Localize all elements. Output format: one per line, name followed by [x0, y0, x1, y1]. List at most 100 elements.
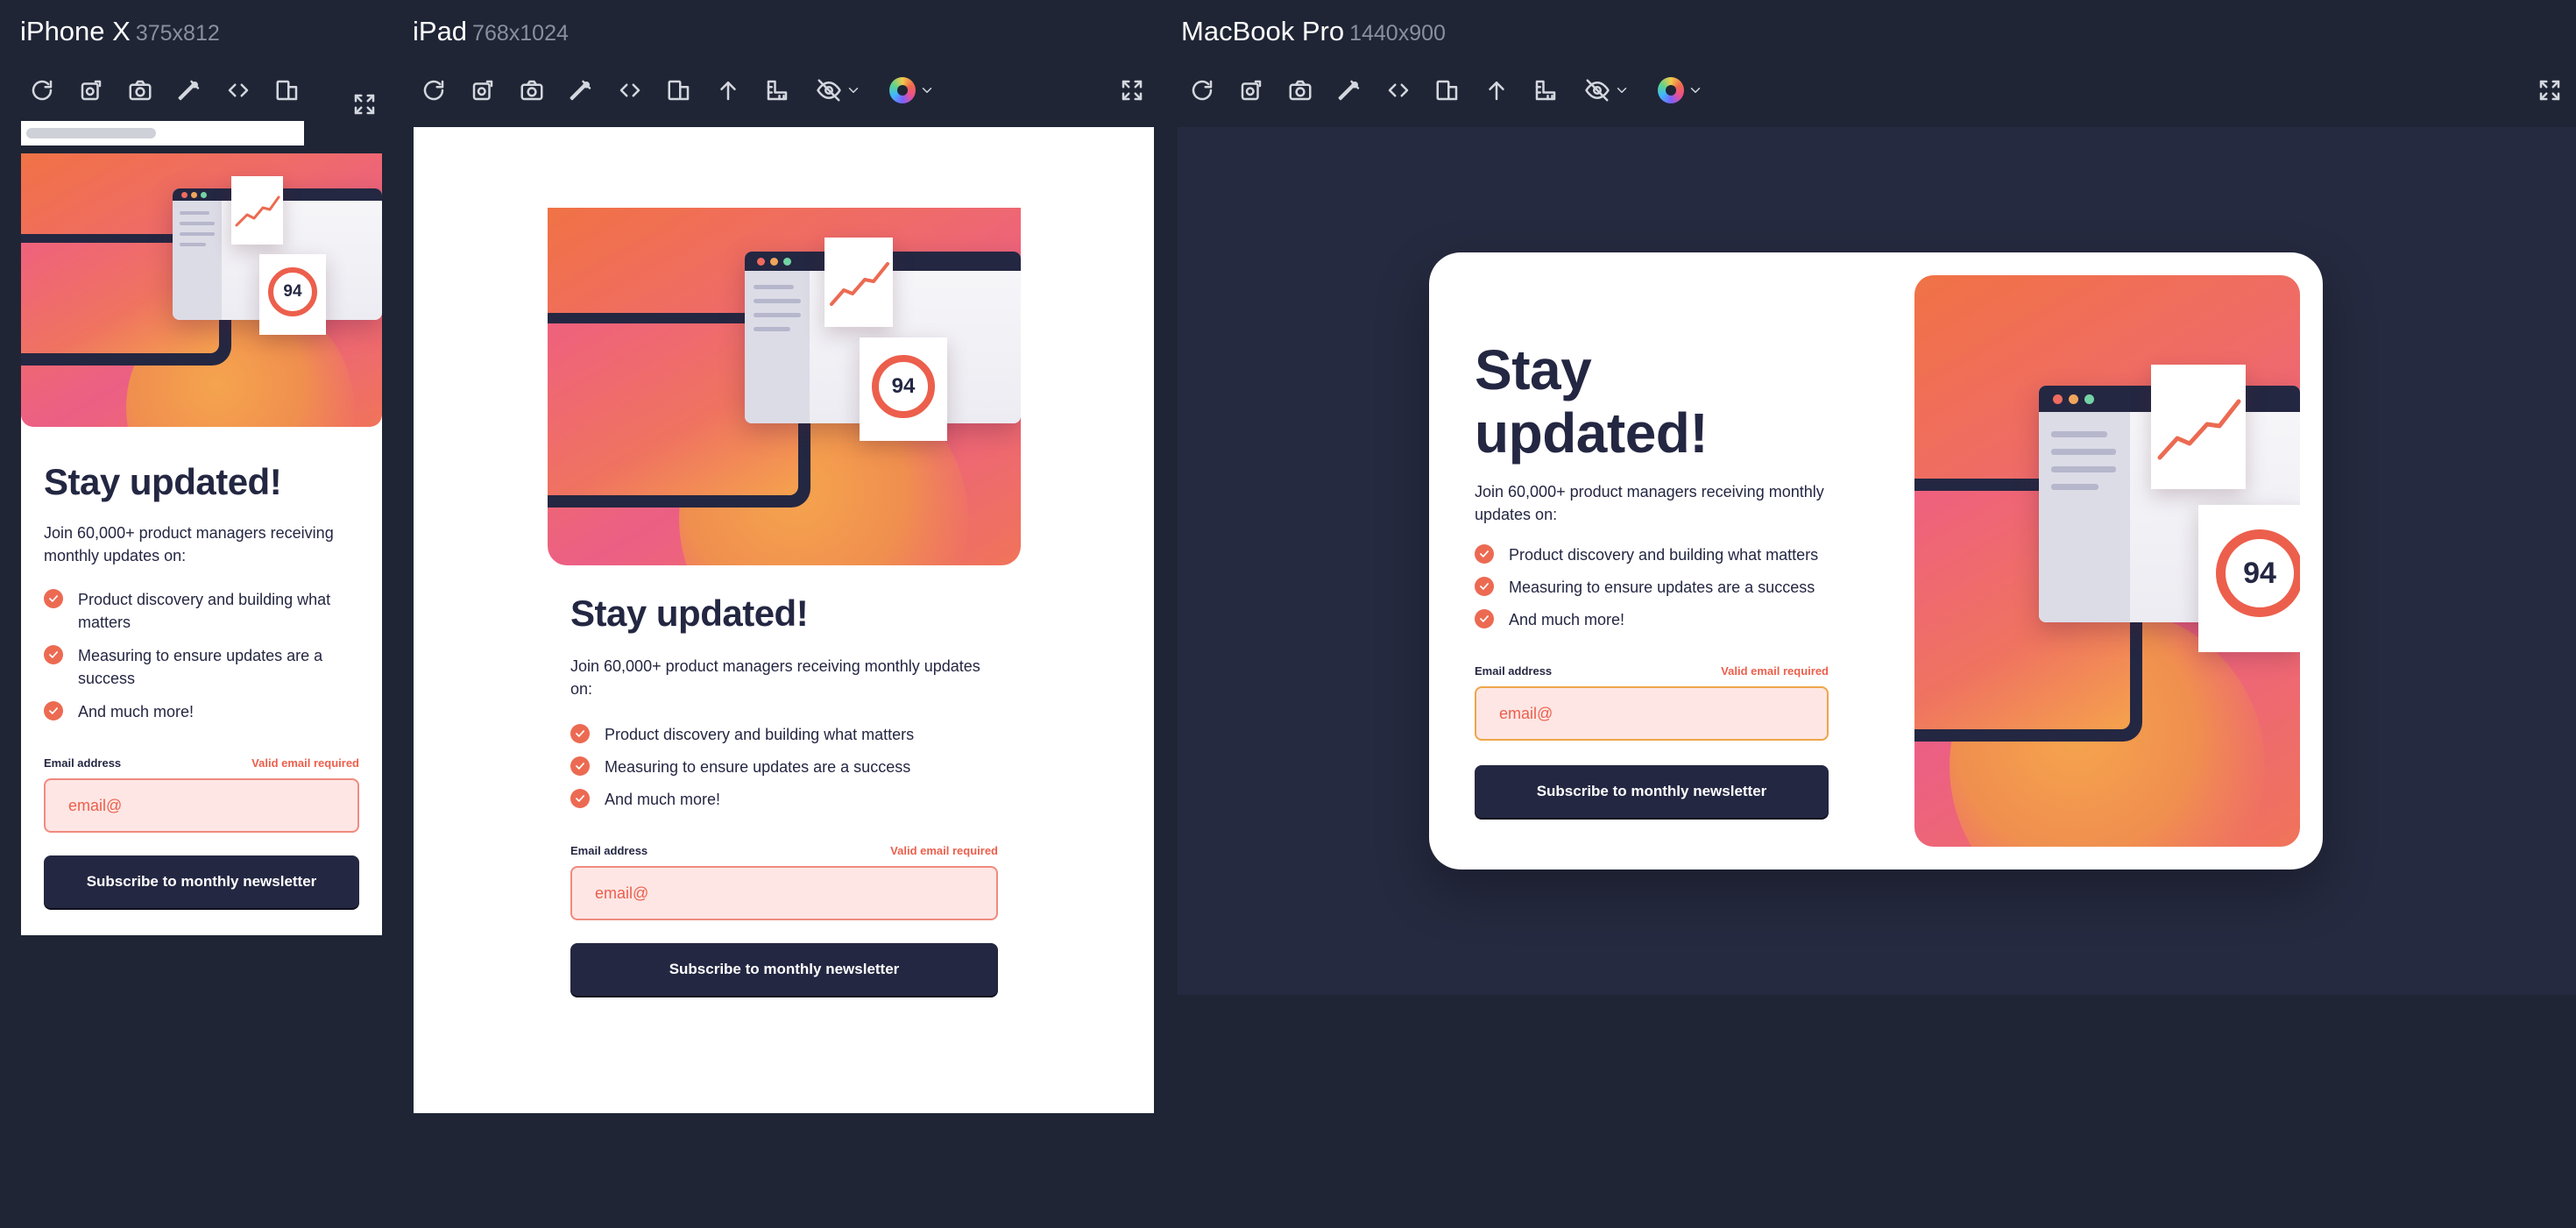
eyedropper-icon[interactable] [165, 72, 214, 109]
email-field[interactable] [44, 778, 359, 833]
sidebar-line [180, 232, 215, 236]
device-dimensions: 768x1024 [472, 21, 569, 46]
score-ring: 94 [268, 267, 317, 316]
email-label: Email address [1475, 664, 1553, 678]
email-field[interactable] [1475, 686, 1829, 741]
browser-sidebar [173, 201, 222, 320]
list-item: Product discovery and building what matt… [570, 723, 998, 746]
arrow-up-icon[interactable] [1472, 72, 1521, 109]
sidebar-line [754, 313, 801, 317]
list-item: And much more! [570, 788, 998, 811]
subscribe-button[interactable]: Subscribe to monthly newsletter [1475, 765, 1829, 818]
check-icon [44, 701, 63, 720]
email-error: Valid email required [890, 844, 998, 857]
subscribe-button[interactable]: Subscribe to monthly newsletter [570, 943, 998, 996]
camera-icon[interactable] [1276, 72, 1325, 109]
fullscreen-icon[interactable] [2531, 72, 2568, 109]
feature-text: And much more! [78, 703, 195, 720]
sidebar-line [180, 222, 215, 225]
email-field-row: Email address Valid email required [44, 756, 359, 770]
window-dot-orange [191, 192, 197, 198]
email-label: Email address [44, 756, 122, 770]
trend-line-icon [830, 262, 889, 306]
device-name: iPad [413, 16, 468, 46]
list-item: Product discovery and building what matt… [44, 588, 359, 634]
list-item: Product discovery and building what matt… [1475, 543, 1829, 566]
chart-card-illustration [2151, 365, 2246, 489]
sidebar-line [754, 299, 801, 303]
code-icon[interactable] [214, 72, 263, 109]
trend-line-icon [235, 195, 280, 227]
toolbar-ipad [409, 72, 949, 109]
fullscreen-icon[interactable] [346, 86, 383, 123]
sidebar-line [180, 243, 206, 246]
page-title: Stay updated! [570, 593, 809, 634]
feature-list: Product discovery and building what matt… [44, 588, 359, 723]
feature-text: Product discovery and building what matt… [1509, 546, 1819, 564]
feature-text: And much more! [1509, 611, 1625, 628]
list-item: And much more! [1475, 608, 1829, 631]
ruler-icon[interactable] [1521, 72, 1570, 109]
newsletter-card: Stay updated! Join 60,000+ product manag… [1429, 252, 2323, 870]
feature-text: Product discovery and building what matt… [78, 591, 331, 631]
sidebar-line [180, 211, 209, 215]
eye-off-icon[interactable] [802, 72, 875, 109]
device-frame-icon[interactable] [1423, 72, 1472, 109]
screenshot-target-icon[interactable] [1227, 72, 1276, 109]
ipad-viewport: 94 Stay updated! Join 60,000+ product ma… [414, 127, 1154, 1113]
code-icon[interactable] [605, 72, 655, 109]
sidebar-line [2051, 431, 2107, 437]
arrow-up-icon[interactable] [704, 72, 753, 109]
browser-sidebar [745, 271, 810, 423]
check-icon [1475, 577, 1494, 596]
email-error: Valid email required [1721, 664, 1829, 678]
newsletter-content: Stay updated! Join 60,000+ product manag… [570, 592, 998, 996]
toolbar-iphone [18, 72, 312, 109]
check-icon [570, 756, 590, 776]
macbook-viewport: Stay updated! Join 60,000+ product manag… [1178, 127, 2576, 995]
device-name: MacBook Pro [1181, 16, 1345, 46]
intro-text: Join 60,000+ product managers receiving … [44, 524, 334, 564]
chart-card-illustration [824, 238, 893, 327]
check-icon [1475, 544, 1494, 564]
device-name: iPhone X [20, 16, 131, 46]
camera-icon[interactable] [116, 72, 165, 109]
newsletter-content: Stay updated! Join 60,000+ product manag… [1475, 338, 1829, 818]
device-title-macbook: MacBook Pro 1440x900 [1181, 16, 1446, 47]
window-dot-red [757, 258, 765, 266]
camera-icon[interactable] [507, 72, 556, 109]
eyedropper-icon[interactable] [1325, 72, 1374, 109]
check-icon [44, 645, 63, 664]
fullscreen-icon[interactable] [1114, 72, 1150, 109]
refresh-icon[interactable] [1178, 72, 1227, 109]
window-dot-orange [2069, 394, 2078, 404]
feature-list: Product discovery and building what matt… [1475, 543, 1829, 631]
color-palette-icon[interactable] [875, 72, 949, 109]
feature-text: Measuring to ensure updates are a succes… [605, 758, 911, 776]
refresh-icon[interactable] [18, 72, 67, 109]
screenshot-target-icon[interactable] [458, 72, 507, 109]
email-field[interactable] [570, 866, 998, 920]
code-icon[interactable] [1374, 72, 1423, 109]
feature-text: Product discovery and building what matt… [605, 726, 915, 743]
sidebar-line [754, 285, 794, 289]
hero-illustration: 94 [21, 153, 382, 427]
address-bar-placeholder [26, 128, 156, 138]
list-item: Measuring to ensure updates are a succes… [1475, 576, 1829, 599]
color-palette-icon[interactable] [1644, 72, 1717, 109]
sidebar-line [754, 327, 790, 331]
device-frame-icon[interactable] [263, 72, 312, 109]
toolbar-macbook [1178, 72, 1717, 109]
ruler-icon[interactable] [753, 72, 802, 109]
eye-off-icon[interactable] [1570, 72, 1644, 109]
hero-illustration: 94 [548, 208, 1021, 565]
screenshot-target-icon[interactable] [67, 72, 116, 109]
iphone-viewport: 94 Stay updated! Join 60,000+ product ma… [21, 153, 382, 935]
device-frame-icon[interactable] [655, 72, 704, 109]
refresh-icon[interactable] [409, 72, 458, 109]
window-dot-orange [770, 258, 778, 266]
trend-line-icon [2157, 399, 2241, 460]
list-item: And much more! [44, 700, 359, 723]
eyedropper-icon[interactable] [556, 72, 605, 109]
subscribe-button[interactable]: Subscribe to monthly newsletter [44, 855, 359, 908]
